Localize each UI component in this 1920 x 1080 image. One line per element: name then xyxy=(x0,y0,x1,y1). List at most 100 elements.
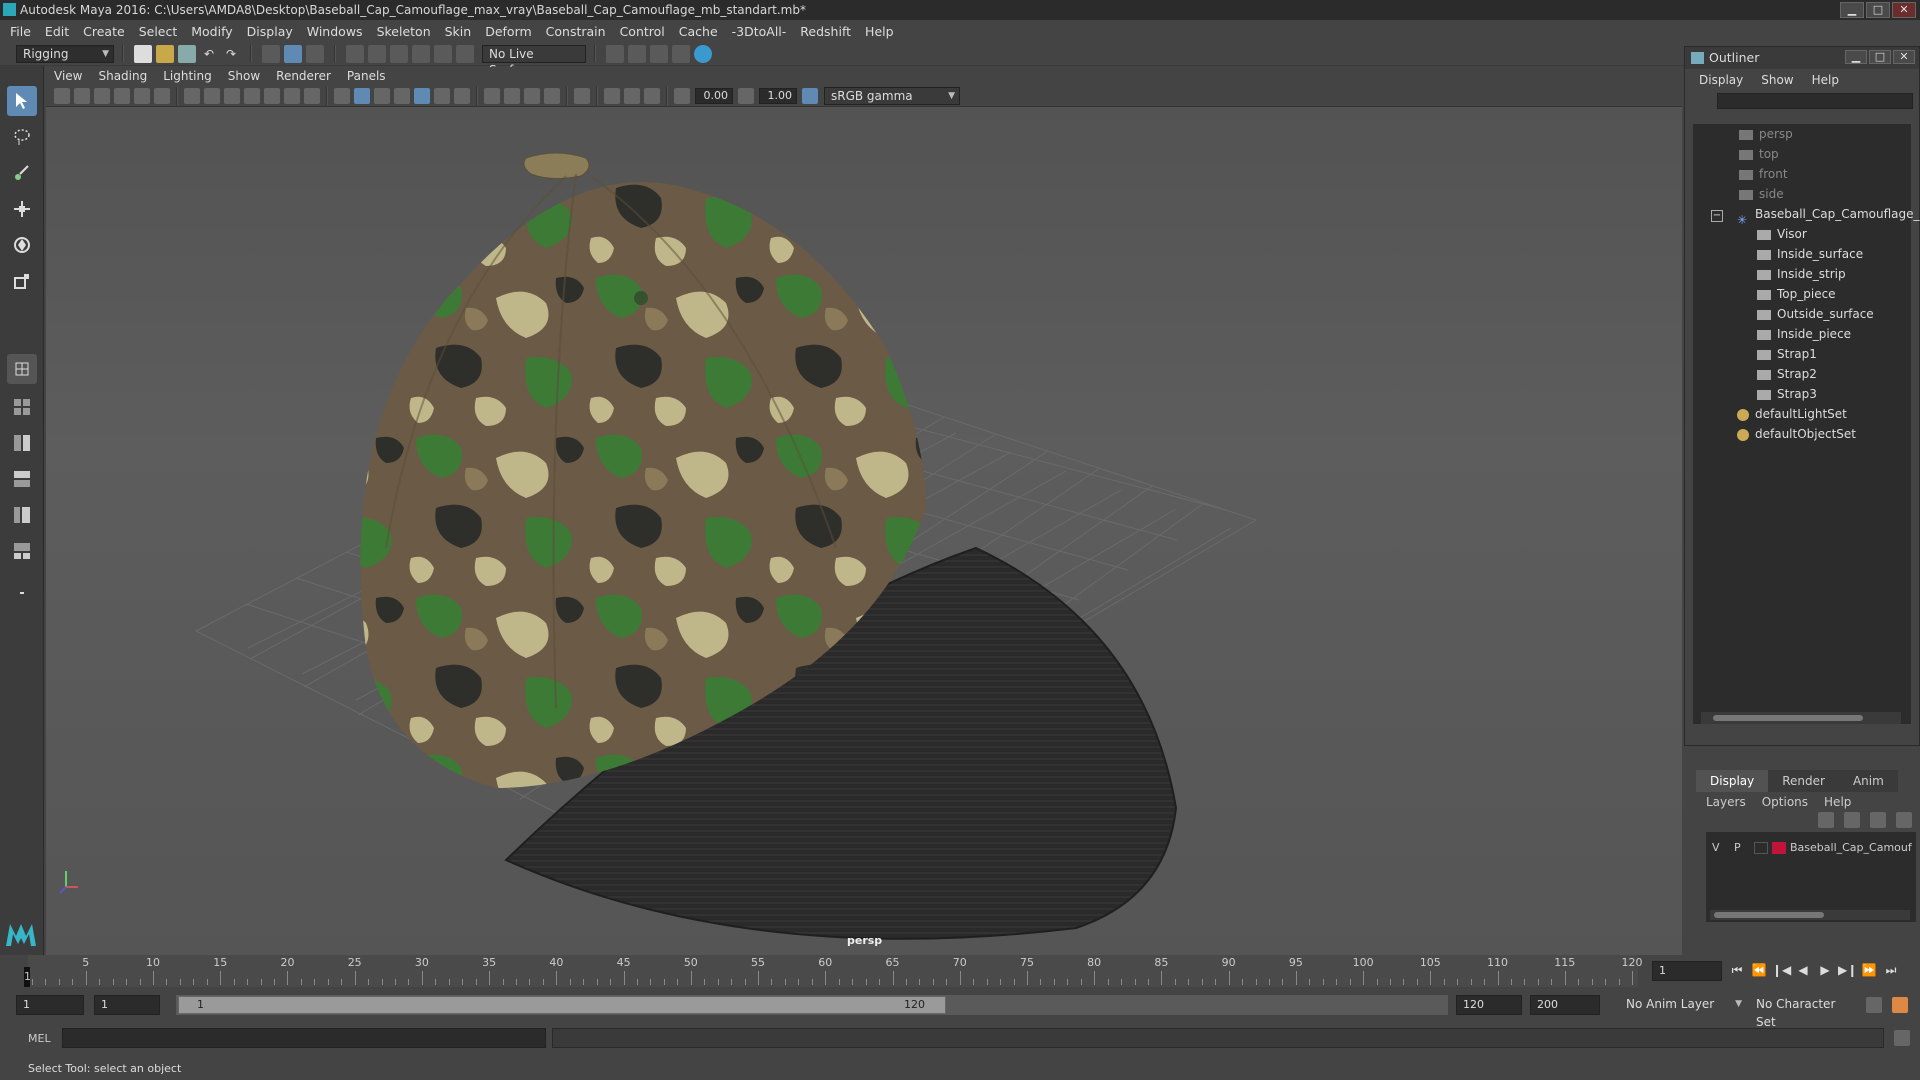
viewport-menu-panels[interactable]: Panels xyxy=(347,69,386,83)
render-view-icon[interactable] xyxy=(672,44,690,63)
film-gate-icon[interactable] xyxy=(204,87,220,104)
command-input[interactable] xyxy=(62,1028,546,1048)
safe-title-icon[interactable] xyxy=(304,87,320,104)
snap-view-plane-icon[interactable] xyxy=(412,44,430,63)
range-slider[interactable]: 1 120 xyxy=(176,995,1448,1015)
menu-cache[interactable]: Cache xyxy=(679,24,718,39)
layer-name[interactable]: Baseball_Cap_Camouf xyxy=(1790,838,1912,858)
menu-windows[interactable]: Windows xyxy=(307,24,363,39)
menu-constrain[interactable]: Constrain xyxy=(546,24,606,39)
use-all-lights-icon[interactable] xyxy=(434,87,450,104)
layer-playback-toggle[interactable]: P xyxy=(1734,838,1741,858)
outliner-close-button[interactable]: ✕ xyxy=(1893,50,1915,64)
snap-surface-icon[interactable] xyxy=(434,44,452,63)
hypershade-icon[interactable] xyxy=(694,44,712,63)
color-management-icon[interactable] xyxy=(802,87,818,104)
go-to-start-icon[interactable]: ⏮ xyxy=(1728,961,1746,979)
outliner-item[interactable]: Strap1 xyxy=(1757,344,1817,364)
2d-pan-zoom-icon[interactable] xyxy=(134,87,150,104)
outliner-item[interactable]: Top_piece xyxy=(1757,284,1836,304)
horizontal-scrollbar[interactable] xyxy=(1710,910,1910,920)
outliner-item-group[interactable]: − ✳ Baseball_Cap_Camouflage_r xyxy=(1711,204,1920,227)
lasso-tool-button[interactable] xyxy=(7,122,37,152)
resolution-gate-icon[interactable] xyxy=(224,87,240,104)
snap-point-icon[interactable] xyxy=(390,44,408,63)
step-back-key-icon[interactable]: ⏪ xyxy=(1750,961,1768,979)
outliner-item[interactable]: persp xyxy=(1739,124,1793,144)
paint-select-tool-button[interactable] xyxy=(7,158,37,188)
layer-visibility-toggle[interactable]: V xyxy=(1712,838,1720,858)
menu-create[interactable]: Create xyxy=(83,24,125,39)
menu-select[interactable]: Select xyxy=(139,24,178,39)
image-plane-icon[interactable] xyxy=(114,87,130,104)
magnet-icon[interactable] xyxy=(456,44,474,63)
menu-deform[interactable]: Deform xyxy=(485,24,531,39)
viewport-menu-lighting[interactable]: Lighting xyxy=(163,69,212,83)
step-forward-key-icon[interactable]: ⏩ xyxy=(1860,961,1878,979)
outliner-item[interactable]: top xyxy=(1739,144,1779,164)
scale-tool-button[interactable] xyxy=(7,266,37,296)
undo-icon[interactable]: ↶ xyxy=(200,45,218,63)
outliner-item[interactable]: defaultObjectSet xyxy=(1737,424,1856,444)
menu-help[interactable]: Help xyxy=(865,24,894,39)
time-slider[interactable]: 5 10 15 20 25 30 35 40 45 50 55 60 65 70 75 80 85 90 95 100… xyxy=(0,955,1920,993)
select-camera-icon[interactable] xyxy=(54,87,70,104)
layout-two-view-button[interactable] xyxy=(7,428,37,458)
grid-icon[interactable] xyxy=(184,87,200,104)
isolate-select-icon[interactable] xyxy=(574,87,590,104)
scrollbar-thumb[interactable] xyxy=(1714,912,1824,918)
outliner-item[interactable]: Inside_strip xyxy=(1757,264,1846,284)
layer-menu-layers[interactable]: Layers xyxy=(1706,795,1746,809)
layout-custom-view-button[interactable] xyxy=(7,536,37,566)
redo-icon[interactable]: ↷ xyxy=(222,45,240,63)
move-tool-button[interactable] xyxy=(7,194,37,224)
motion-blur-icon[interactable] xyxy=(504,87,520,104)
script-editor-icon[interactable] xyxy=(1894,1030,1910,1046)
horizontal-scrollbar[interactable] xyxy=(1701,712,1901,724)
layout-four-view-button[interactable] xyxy=(7,392,37,422)
menu-skeleton[interactable]: Skeleton xyxy=(377,24,431,39)
smooth-shade-icon[interactable] xyxy=(354,87,370,104)
new-layer-selected-icon[interactable] xyxy=(1896,812,1912,828)
tab-anim[interactable]: Anim xyxy=(1838,770,1898,792)
render-settings-icon[interactable] xyxy=(606,44,624,63)
outliner-item[interactable]: Outside_surface xyxy=(1757,304,1874,324)
menu-edit[interactable]: Edit xyxy=(45,24,69,39)
ipr-render-icon[interactable] xyxy=(650,44,668,63)
menu-skin[interactable]: Skin xyxy=(445,24,472,39)
default-material-icon[interactable] xyxy=(374,87,390,104)
exposure-icon[interactable] xyxy=(674,87,690,104)
exposure-field[interactable]: 0.00 xyxy=(695,87,733,104)
outliner-menu-show[interactable]: Show xyxy=(1761,73,1793,87)
colorspace-dropdown[interactable]: sRGB gamma ▼ xyxy=(824,86,960,105)
render-frame-icon[interactable] xyxy=(628,44,646,63)
command-language-label[interactable]: MEL xyxy=(28,1032,51,1045)
grease-pencil-icon[interactable] xyxy=(154,87,170,104)
viewport-menu-shading[interactable]: Shading xyxy=(98,69,147,83)
select-tool-button[interactable] xyxy=(7,86,37,116)
xray-icon[interactable] xyxy=(604,87,620,104)
viewport-menu-show[interactable]: Show xyxy=(228,69,260,83)
layout-outliner-view-button[interactable] xyxy=(7,464,37,494)
frame-ruler[interactable]: 5 10 15 20 25 30 35 40 45 50 55 60 65 70 75 80 85 90 95 100… xyxy=(28,955,1643,987)
scrollbar-thumb[interactable] xyxy=(1713,715,1863,721)
animation-preferences-icon[interactable] xyxy=(1892,997,1908,1013)
character-set-dropdown[interactable]: No Character Set xyxy=(1750,995,1860,1029)
close-button[interactable]: ✕ xyxy=(1892,2,1916,18)
outliner-item[interactable]: side xyxy=(1739,184,1784,204)
show-manipulator-button[interactable] xyxy=(7,354,37,384)
save-scene-icon[interactable] xyxy=(178,44,196,63)
anti-aliasing-icon[interactable] xyxy=(524,87,540,104)
select-by-object-icon[interactable] xyxy=(284,44,302,63)
step-forward-frame-icon[interactable]: ▶❙ xyxy=(1838,961,1857,979)
viewport-menu-renderer[interactable]: Renderer xyxy=(276,69,331,83)
layer-row[interactable]: V P Baseball_Cap_Camouf xyxy=(1706,838,1916,858)
layer-reference-toggle[interactable] xyxy=(1754,842,1768,854)
wireframe-icon[interactable] xyxy=(334,87,350,104)
menu-control[interactable]: Control xyxy=(620,24,665,39)
live-surface-field[interactable]: No Live Surface xyxy=(482,44,586,77)
more-layouts-button[interactable] xyxy=(7,578,37,608)
play-backwards-icon[interactable]: ◀ xyxy=(1794,961,1812,979)
open-scene-icon[interactable] xyxy=(156,44,174,63)
safe-action-icon[interactable] xyxy=(284,87,300,104)
